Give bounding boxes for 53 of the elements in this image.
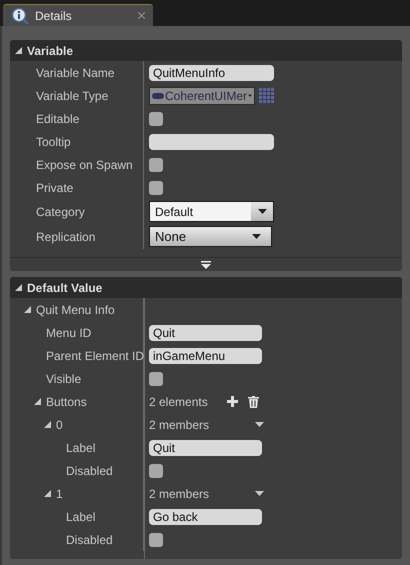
expanded-triangle-icon[interactable]: [15, 284, 22, 291]
property-label: Disabled: [66, 464, 113, 478]
caret-icon: [252, 234, 261, 240]
section-header[interactable]: Variable: [10, 40, 402, 61]
expanded-triangle-icon[interactable]: [34, 398, 41, 405]
checkbox[interactable]: [149, 158, 163, 172]
property-label: Visible: [46, 372, 82, 386]
text-field[interactable]: [149, 134, 274, 150]
text-field[interactable]: Quit: [149, 324, 262, 340]
type-dropdown[interactable]: CoherentUIMer: [149, 86, 255, 104]
double-caret-icon: [201, 260, 211, 268]
property-label: Quit Menu Info: [36, 302, 115, 316]
property-label: Menu ID: [46, 326, 92, 340]
property-label: Category: [36, 204, 85, 218]
checkbox[interactable]: [149, 532, 163, 546]
property-label: Replication: [36, 230, 96, 244]
text-field[interactable]: Go back: [149, 508, 262, 524]
text-field[interactable]: Quit: [149, 440, 262, 456]
checkbox[interactable]: [149, 180, 163, 194]
checkbox[interactable]: [149, 372, 163, 386]
caret-icon: [255, 490, 264, 496]
info-icon: [11, 6, 29, 24]
property-label: Variable Name: [36, 66, 114, 80]
expanded-triangle-icon[interactable]: [44, 490, 51, 497]
caret-icon: [255, 422, 264, 428]
property-label: 1: [56, 486, 63, 500]
caret-icon: [258, 208, 266, 214]
property-label: 0: [56, 418, 63, 432]
property-label: Parent Element ID: [46, 348, 144, 362]
property-label: Disabled: [66, 532, 113, 546]
category-combo-box[interactable]: Default: [149, 201, 274, 222]
property-label: Expose on Spawn: [36, 158, 133, 172]
property-label: Private: [36, 180, 74, 194]
members-dropdown[interactable]: 2 members: [149, 418, 264, 432]
members-dropdown[interactable]: 2 members: [149, 486, 264, 500]
expanded-triangle-icon[interactable]: [15, 47, 22, 54]
close-icon[interactable]: [138, 12, 145, 19]
expanded-triangle-icon[interactable]: [44, 421, 51, 428]
section-header[interactable]: Default Value: [10, 277, 402, 298]
property-label: Label: [66, 510, 96, 524]
details-tab[interactable]: Details: [3, 4, 153, 26]
property-label: Tooltip: [36, 134, 71, 148]
text-field[interactable]: inGameMenu: [149, 348, 262, 364]
expanded-triangle-icon[interactable]: [24, 306, 31, 313]
dropdown[interactable]: None: [149, 226, 272, 247]
property-label: Editable: [36, 112, 80, 126]
text-field[interactable]: QuitMenuInfo: [149, 64, 274, 80]
property-label: Variable Type: [36, 88, 108, 102]
property-label: Buttons: [46, 394, 87, 408]
element-count: 2 elements: [149, 394, 208, 408]
checkbox[interactable]: [149, 112, 163, 126]
checkbox[interactable]: [149, 464, 163, 478]
property-label: Label: [66, 440, 96, 454]
